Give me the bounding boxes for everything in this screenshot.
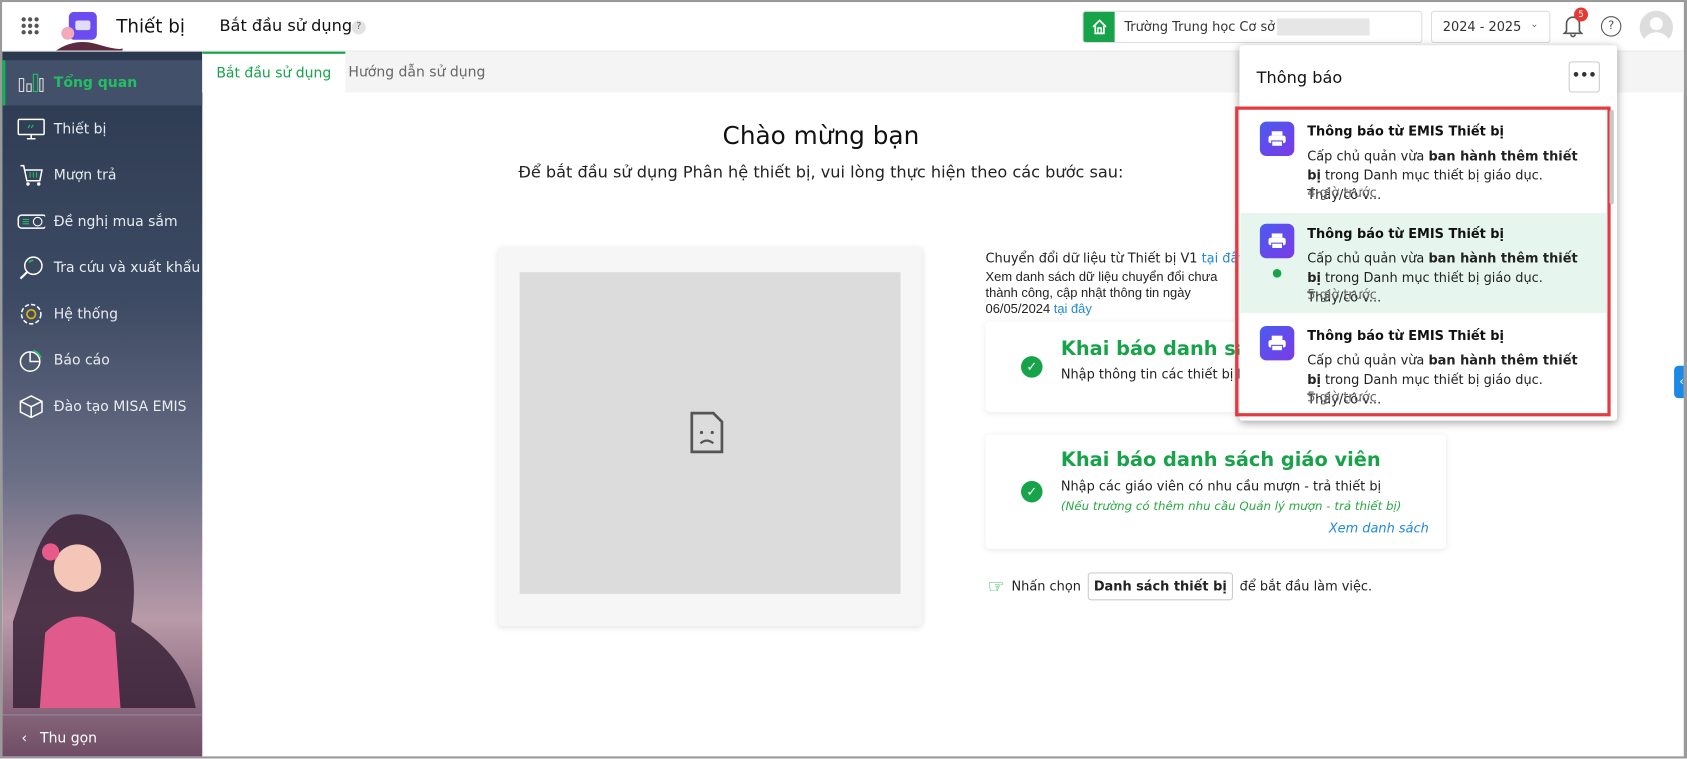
sidebar-item-label: Tổng quan [53,74,138,91]
notification-panel-title: Thông báo [1256,67,1343,88]
failed-list-label: Xem danh sách dữ liệu chuyển đổi chưa th… [985,268,1218,317]
printer-icon [1259,325,1295,361]
sidebar-illustration [12,514,196,708]
sidebar-item-thiet-bi[interactable]: Thiết bị [2,107,202,152]
school-year-select[interactable]: 2024 - 2025 ⌄ [1430,10,1551,44]
more-options-button[interactable]: ••• [1568,61,1600,93]
check-icon: ✓ [1021,356,1043,378]
broken-image-icon [690,411,724,454]
sidebar-item-tong-quan[interactable]: Tổng quan [2,60,203,106]
start-hint: ☞ Nhấn chọn Danh sách thiết bị để bắt đầ… [987,572,1373,601]
body-pre: Cấp chủ quản vừa [1307,352,1429,368]
monitor-icon [17,117,45,141]
sidebar-item-bao-cao[interactable]: Báo cáo [2,338,202,383]
app-title: Thiết bị [116,16,185,38]
failed-list-text: Xem danh sách dữ liệu chuyển đổi chưa th… [986,269,1229,317]
notification-item[interactable]: Thông báo từ EMIS Thiết bị Cấp chủ quản … [1240,213,1608,314]
notification-title: Thông báo từ EMIS Thiết bị [1307,123,1504,139]
collapse-label: Thu gọn [40,729,98,747]
hint-post: để bắt đầu làm việc. [1239,578,1373,594]
app-grid-icon[interactable] [21,17,39,35]
check-icon: ✓ [1021,480,1043,503]
notification-list: Thông báo từ EMIS Thiết bị Cấp chủ quản … [1235,106,1611,417]
school-name: Trường Trung học Cơ sở [1124,19,1276,35]
notification-badge: 5 [1574,7,1589,22]
tab-bat-dau-su-dung[interactable]: Bắt đầu sử dụng [202,51,346,93]
notification-title: Thông báo từ EMIS Thiết bị [1307,225,1504,242]
sidebar-item-muon-tra[interactable]: Mượn trả [2,153,202,198]
cart-icon [17,164,45,188]
printer-icon [1259,223,1295,259]
step-card-teachers: ✓ Khai báo danh sách giáo viên Nhập các … [985,434,1447,549]
projector-icon [17,210,46,234]
collapse-sidebar-button[interactable]: ‹ Thu gọn [2,714,203,756]
notification-time: 4 giờ trước [1307,185,1377,201]
hint-pre: Nhấn chọn [1011,578,1081,594]
school-selector[interactable]: Trường Trung học Cơ sở [1082,10,1423,44]
body-pre: Cấp chủ quản vừa [1307,250,1429,266]
sidebar-item-label: Đào tạo MISA EMIS [53,398,187,415]
view-list-link[interactable]: Xem danh sách [1329,521,1429,536]
page-help-icon[interactable]: ? [351,20,366,35]
chevron-left-icon: ‹ [21,729,28,747]
step-title: Khai báo danh sách giáo viên [1060,448,1381,472]
sidebar: Tổng quan Thiết bị Mượn trả Đề nghị mua … [2,51,203,757]
side-panel-toggle[interactable]: ‹ [1674,365,1684,399]
device-list-button[interactable]: Danh sách thiết bị [1087,572,1234,601]
sidebar-item-dao-tao[interactable]: Đào tạo MISA EMIS [2,384,202,429]
notification-scrollbar[interactable] [1609,109,1614,205]
intro-image-frame [498,247,923,627]
sidebar-item-tra-cuu[interactable]: Tra cứu và xuất khẩu [2,245,202,290]
sidebar-item-label: Tra cứu và xuất khẩu [53,259,201,276]
notification-item[interactable]: Thông báo từ EMIS Thiết bị Cấp chủ quản … [1241,111,1608,211]
pointing-hand-icon: ☞ [987,575,1006,598]
box-icon [17,395,45,419]
help-icon[interactable]: ? [1600,16,1622,37]
sidebar-item-label: Đề nghị mua sắm [53,213,178,230]
search-icon [17,256,45,280]
notification-time: 5 giờ trước [1307,389,1377,405]
home-icon [1083,11,1115,42]
tab-huong-dan-su-dung[interactable]: Hướng dẫn sử dụng [345,52,488,93]
school-name-redacted [1277,18,1370,36]
convert-label: Chuyển đổi dữ liệu từ Thiết bị V1 [985,250,1198,266]
chart-bars-icon [17,71,45,95]
failed-list-link[interactable]: tại đây [1054,301,1092,316]
body-pre: Cấp chủ quản vừa [1307,148,1429,164]
unread-dot [1272,268,1282,278]
notification-time: 5 giờ trước [1307,287,1377,303]
sidebar-item-label: Báo cáo [53,352,110,369]
sidebar-item-he-thong[interactable]: Hệ thống [2,292,202,337]
sidebar-item-label: Mượn trả [53,167,117,184]
broken-image-placeholder [519,272,901,594]
notification-title: Thông báo từ EMIS Thiết bị [1307,328,1504,344]
notification-item[interactable]: Thông báo từ EMIS Thiết bị Cấp chủ quản … [1241,315,1608,413]
step-desc: Nhập các giáo viên có nhu cầu mượn - trả… [1060,478,1382,494]
school-year-value: 2024 - 2025 [1442,19,1522,35]
sidebar-item-label: Thiết bị [53,121,107,138]
chevron-down-icon: ⌄ [1530,19,1539,31]
printer-icon [1259,121,1295,157]
step-note: (Nếu trường có thêm nhu cầu Quản lý mượn… [1060,499,1402,514]
page-title: Bắt đầu sử dụng [219,16,353,36]
pie-chart-icon [17,349,45,373]
avatar[interactable] [1639,10,1674,45]
app-logo [55,11,123,51]
sidebar-item-de-nghi-mua-sam[interactable]: Đề nghị mua sắm [2,199,202,244]
sidebar-item-label: Hệ thống [53,306,119,323]
gear-icon [17,302,45,326]
